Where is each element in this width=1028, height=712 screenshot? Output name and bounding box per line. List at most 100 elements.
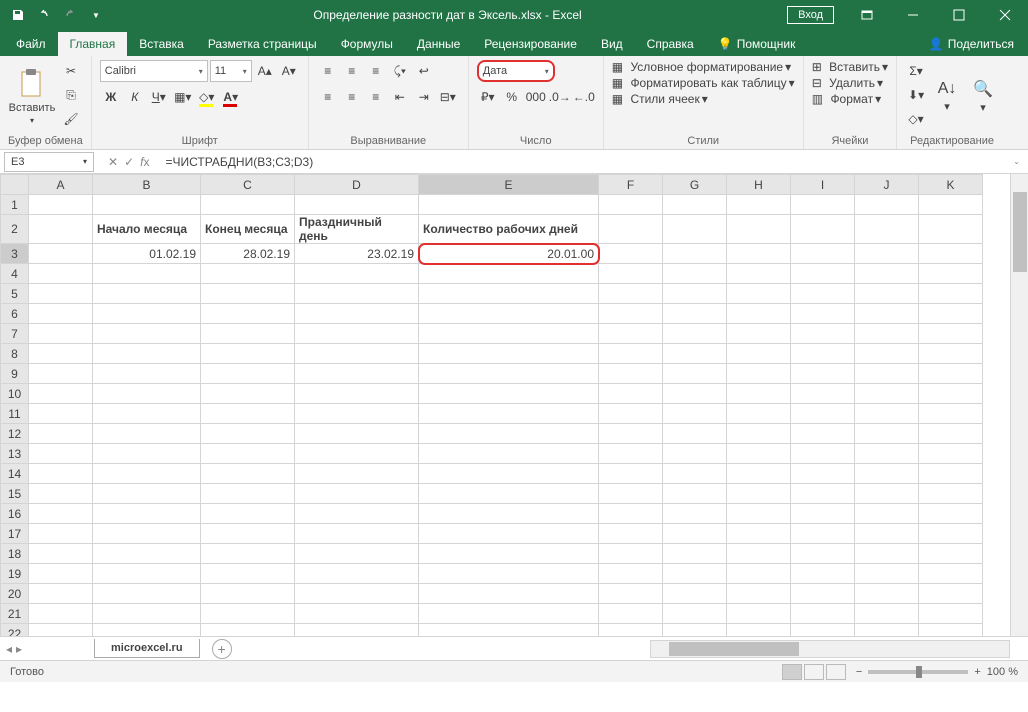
cell-J10[interactable] — [855, 384, 919, 404]
tab-review[interactable]: Рецензирование — [472, 32, 589, 56]
cell-B2[interactable]: Начало месяца — [93, 215, 201, 244]
cell-I15[interactable] — [791, 484, 855, 504]
cell-F19[interactable] — [599, 564, 663, 584]
cell-I5[interactable] — [791, 284, 855, 304]
cell-G13[interactable] — [663, 444, 727, 464]
cell-C5[interactable] — [201, 284, 295, 304]
cell-D10[interactable] — [295, 384, 419, 404]
save-button[interactable] — [6, 3, 30, 27]
cell-G17[interactable] — [663, 524, 727, 544]
cell-A12[interactable] — [29, 424, 93, 444]
cell-F21[interactable] — [599, 604, 663, 624]
cell-G2[interactable] — [663, 215, 727, 244]
align-top-button[interactable]: ≡ — [317, 60, 339, 82]
cell-E5[interactable] — [419, 284, 599, 304]
cell-E10[interactable] — [419, 384, 599, 404]
cell-F10[interactable] — [599, 384, 663, 404]
cell-C9[interactable] — [201, 364, 295, 384]
cell-C21[interactable] — [201, 604, 295, 624]
cell-K17[interactable] — [919, 524, 983, 544]
cell-F4[interactable] — [599, 264, 663, 284]
format-as-table-button[interactable]: ▦ Форматировать как таблицу▾ — [612, 76, 795, 90]
cell-B20[interactable] — [93, 584, 201, 604]
cell-J9[interactable] — [855, 364, 919, 384]
cell-I21[interactable] — [791, 604, 855, 624]
sort-filter-button[interactable]: A↓▾ — [931, 60, 963, 133]
cell-A5[interactable] — [29, 284, 93, 304]
cell-I11[interactable] — [791, 404, 855, 424]
cell-G6[interactable] — [663, 304, 727, 324]
cell-H3[interactable] — [727, 244, 791, 264]
cell-G9[interactable] — [663, 364, 727, 384]
cell-G20[interactable] — [663, 584, 727, 604]
cell-B22[interactable] — [93, 624, 201, 637]
cell-A9[interactable] — [29, 364, 93, 384]
cell-B21[interactable] — [93, 604, 201, 624]
cell-C19[interactable] — [201, 564, 295, 584]
cell-F15[interactable] — [599, 484, 663, 504]
clear-button[interactable]: ◇▾ — [905, 108, 927, 130]
cell-E8[interactable] — [419, 344, 599, 364]
cell-J20[interactable] — [855, 584, 919, 604]
cell-I3[interactable] — [791, 244, 855, 264]
fill-button[interactable]: ⬇▾ — [905, 84, 927, 106]
cell-E4[interactable] — [419, 264, 599, 284]
cell-K19[interactable] — [919, 564, 983, 584]
minimize-button[interactable] — [890, 0, 936, 30]
cell-K1[interactable] — [919, 195, 983, 215]
cell-K7[interactable] — [919, 324, 983, 344]
cell-E1[interactable] — [419, 195, 599, 215]
cell-K13[interactable] — [919, 444, 983, 464]
cell-C7[interactable] — [201, 324, 295, 344]
cell-A1[interactable] — [29, 195, 93, 215]
cell-C2[interactable]: Конец месяца — [201, 215, 295, 244]
cell-E21[interactable] — [419, 604, 599, 624]
cell-J5[interactable] — [855, 284, 919, 304]
cell-K2[interactable] — [919, 215, 983, 244]
cell-I16[interactable] — [791, 504, 855, 524]
wrap-text-button[interactable]: ↩ — [413, 60, 435, 82]
cell-B16[interactable] — [93, 504, 201, 524]
cell-K18[interactable] — [919, 544, 983, 564]
cell-D12[interactable] — [295, 424, 419, 444]
cell-J18[interactable] — [855, 544, 919, 564]
cell-H10[interactable] — [727, 384, 791, 404]
cell-C4[interactable] — [201, 264, 295, 284]
cell-C11[interactable] — [201, 404, 295, 424]
underline-button[interactable]: Ч▾ — [148, 86, 170, 108]
cell-A7[interactable] — [29, 324, 93, 344]
cell-I10[interactable] — [791, 384, 855, 404]
cell-G11[interactable] — [663, 404, 727, 424]
fill-color-button[interactable]: ◇▾ — [196, 86, 218, 108]
currency-button[interactable]: ₽▾ — [477, 86, 499, 108]
cell-B8[interactable] — [93, 344, 201, 364]
close-button[interactable] — [982, 0, 1028, 30]
cell-B15[interactable] — [93, 484, 201, 504]
bold-button[interactable]: Ж — [100, 86, 122, 108]
cell-H5[interactable] — [727, 284, 791, 304]
fx-icon[interactable]: fx — [140, 155, 149, 169]
font-size-combo[interactable]: 11▾ — [210, 60, 252, 82]
cell-K6[interactable] — [919, 304, 983, 324]
cell-G7[interactable] — [663, 324, 727, 344]
cell-D2[interactable]: Праздничный день — [295, 215, 419, 244]
cell-J13[interactable] — [855, 444, 919, 464]
cell-B7[interactable] — [93, 324, 201, 344]
cell-H18[interactable] — [727, 544, 791, 564]
cell-H11[interactable] — [727, 404, 791, 424]
font-name-combo[interactable]: Calibri▾ — [100, 60, 208, 82]
cell-B10[interactable] — [93, 384, 201, 404]
cell-J2[interactable] — [855, 215, 919, 244]
font-color-button[interactable]: А▾ — [220, 86, 242, 108]
cell-A13[interactable] — [29, 444, 93, 464]
align-middle-button[interactable]: ≡ — [341, 60, 363, 82]
cell-B18[interactable] — [93, 544, 201, 564]
cell-A10[interactable] — [29, 384, 93, 404]
cell-G21[interactable] — [663, 604, 727, 624]
cell-F9[interactable] — [599, 364, 663, 384]
sheet-nav-prev-icon[interactable]: ◂ — [6, 642, 12, 656]
cell-B17[interactable] — [93, 524, 201, 544]
italic-button[interactable]: К — [124, 86, 146, 108]
cell-E14[interactable] — [419, 464, 599, 484]
cell-D6[interactable] — [295, 304, 419, 324]
